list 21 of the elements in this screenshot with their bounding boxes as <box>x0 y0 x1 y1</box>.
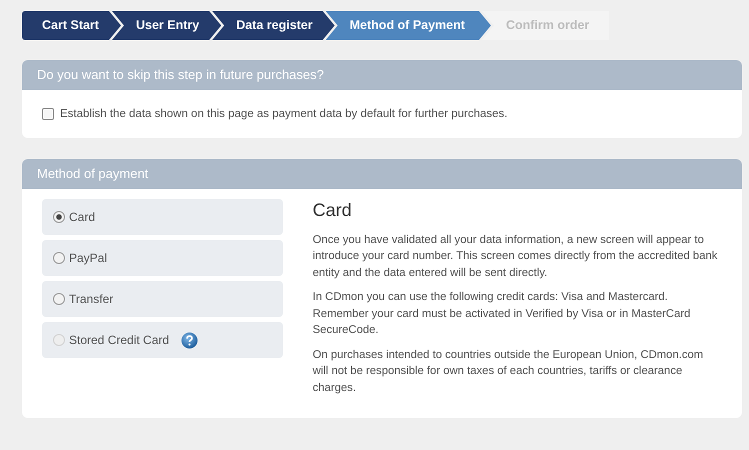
description-text: In CDmon you can use the following credit cards: Visa and Mastercard. Remember your card must be activated in Verified by Visa or in MasterCard SecureCode. <box>312 290 692 338</box>
option-label: Transfer <box>69 292 114 306</box>
method-heading: Card <box>312 202 353 218</box>
payment-option[interactable]: Card <box>42 199 283 235</box>
radio-button[interactable] <box>53 293 65 305</box>
default-payment-checkbox[interactable]: Establish the data shown on this page as payment data by default for further purchases. <box>42 108 722 120</box>
payment-option[interactable]: PayPal <box>42 240 283 276</box>
option-label: Stored Credit Card <box>69 333 170 347</box>
radio-button[interactable] <box>53 211 65 223</box>
panel-header: Method of payment <box>22 159 742 189</box>
progress-step: Method of Payment <box>326 11 491 40</box>
progress-step: Data register <box>212 11 335 40</box>
option-label: Card <box>69 210 96 224</box>
radio-button[interactable] <box>53 252 65 264</box>
description-text: On purchases intended to countries outside the European Union, CDmon.com will not be responsible for own taxes of each countries, tariffs or clearance charges. <box>312 348 704 396</box>
panel-header: Do you want to skip this step in future purchases? <box>22 60 742 90</box>
progress-step: User Entry <box>112 11 222 40</box>
payment-option[interactable]: Transfer <box>42 281 283 317</box>
progress-step: Cart Start <box>22 11 121 40</box>
option-label: PayPal <box>69 251 108 265</box>
description-text: Once you have validated all your data information, a new screen will appear to introduce your card number. This screen comes directly from the accredited bank entity and the data entered will be sent directly. <box>312 232 718 280</box>
